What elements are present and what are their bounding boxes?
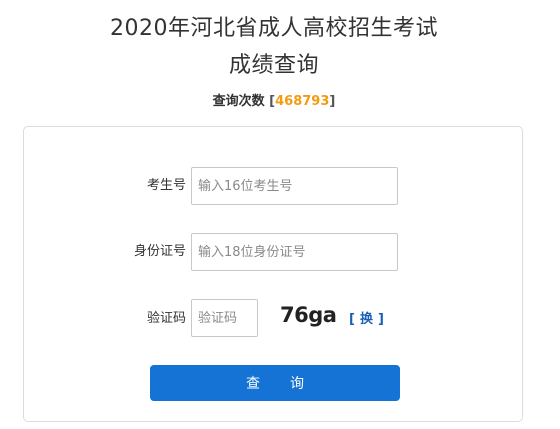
captcha-image: 76ga bbox=[280, 300, 340, 330]
query-form-panel: 考生号 身份证号 验证码 76ga [ 换] 查询 bbox=[23, 126, 523, 422]
captcha-input[interactable] bbox=[191, 299, 258, 337]
query-count-value: 468793 bbox=[275, 94, 330, 109]
query-count-close-bracket: ] bbox=[329, 94, 336, 109]
refresh-open-bracket: [ bbox=[349, 312, 355, 327]
refresh-label: 换 bbox=[359, 312, 373, 327]
query-count-label: 查询次数 bbox=[212, 94, 265, 109]
query-submit-button[interactable]: 查询 bbox=[150, 365, 400, 401]
refresh-captcha-link[interactable]: [ 换] bbox=[349, 312, 384, 328]
captcha-label: 验证码 bbox=[146, 311, 186, 326]
page-title: 2020年河北省成人高校招生考试 bbox=[110, 16, 438, 41]
score-query-page: 2020年河北省成人高校招生考试 成绩查询 查询次数 [468793] 考生号 … bbox=[0, 0, 560, 429]
page-subtitle: 成绩查询 bbox=[228, 53, 319, 78]
query-count: 查询次数 [468793] bbox=[0, 94, 548, 110]
exam-number-label: 考生号 bbox=[146, 178, 186, 193]
id-number-label: 身份证号 bbox=[133, 244, 186, 259]
id-number-input[interactable] bbox=[191, 233, 398, 271]
refresh-close-bracket: ] bbox=[377, 312, 384, 327]
exam-number-input[interactable] bbox=[191, 167, 398, 205]
